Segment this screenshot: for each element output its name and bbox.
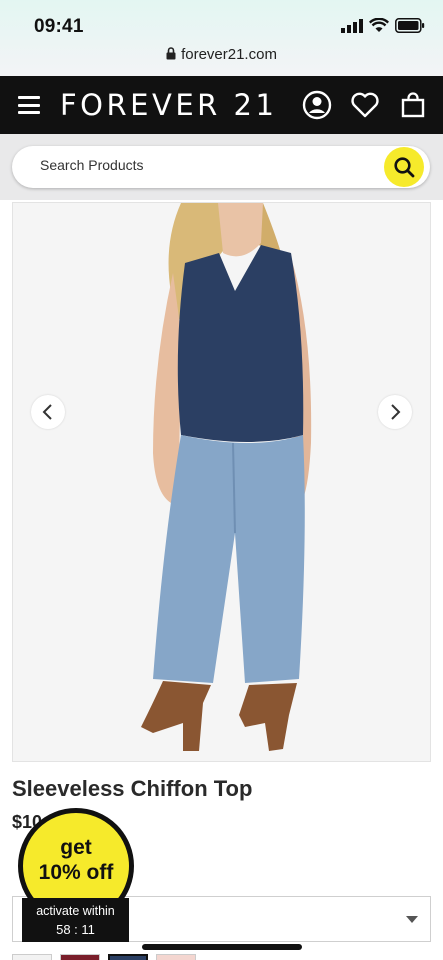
countdown-timer: 58 : 11 [56, 922, 95, 937]
color-swatch[interactable] [12, 954, 52, 960]
lock-icon [166, 47, 176, 60]
chevron-left-icon [42, 404, 52, 420]
menu-icon[interactable] [18, 96, 40, 114]
search-bar-container [0, 134, 443, 200]
shopping-bag-icon[interactable] [397, 89, 429, 121]
dropdown-caret-icon [406, 916, 418, 923]
product-photo [13, 203, 430, 761]
product-title: Sleeveless Chiffon Top [12, 776, 253, 801]
status-bar: 09:41 forever21.com [0, 0, 443, 76]
battery-icon [395, 18, 425, 33]
color-swatch[interactable] [60, 954, 100, 960]
color-swatch-row [12, 954, 196, 960]
activate-text: activate within [36, 904, 115, 918]
heart-icon[interactable] [349, 89, 381, 121]
clock-time: 09:41 [34, 16, 84, 37]
carousel-next-button[interactable] [378, 395, 412, 429]
address-bar[interactable]: forever21.com [0, 46, 443, 63]
search-box [12, 146, 430, 188]
carousel-prev-button[interactable] [31, 395, 65, 429]
promo-timer[interactable]: activate within 58 : 11 [22, 898, 129, 942]
search-input[interactable] [40, 157, 360, 173]
account-icon[interactable] [301, 89, 333, 121]
product-image-carousel[interactable] [12, 202, 431, 762]
color-swatch[interactable] [108, 954, 148, 960]
search-icon [394, 157, 415, 178]
home-indicator[interactable] [142, 944, 302, 950]
status-icons [341, 18, 425, 33]
promo-line1: get [60, 836, 92, 859]
chevron-right-icon [391, 404, 401, 420]
nav-icons [301, 89, 429, 121]
brand-logo[interactable]: FOREVER 21 [60, 88, 277, 122]
signal-icon [341, 18, 363, 33]
url-text: forever21.com [181, 46, 277, 63]
wifi-icon [369, 18, 389, 32]
top-nav-bar: FOREVER 21 [0, 76, 443, 134]
promo-line2: 10% off [38, 861, 114, 884]
search-button[interactable] [384, 147, 424, 187]
color-swatch[interactable] [156, 954, 196, 960]
